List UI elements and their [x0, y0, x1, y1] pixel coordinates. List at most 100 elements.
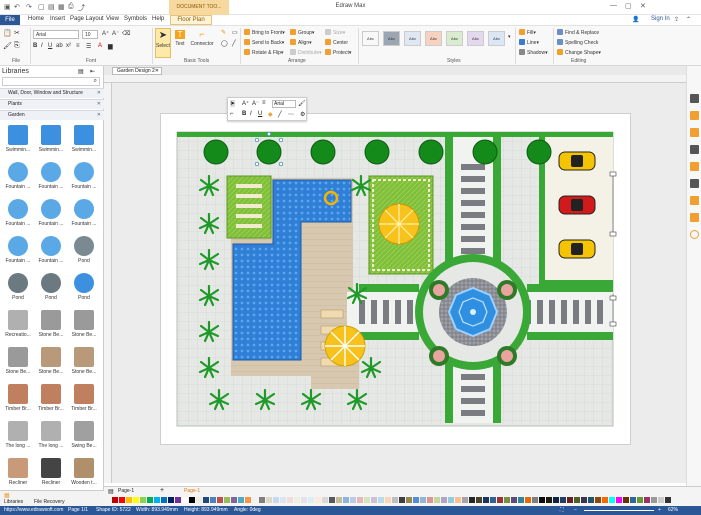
color-swatch[interactable] [595, 497, 601, 503]
menu-insert[interactable]: Insert [50, 16, 65, 22]
shadow-button[interactable]: Shadow▾ [519, 49, 548, 56]
color-swatch[interactable] [553, 497, 559, 503]
color-swatch[interactable] [637, 497, 643, 503]
superscript-icon[interactable]: x² [66, 43, 71, 49]
layers-panel-icon[interactable] [690, 179, 699, 188]
sign-in-link[interactable]: Sign In [651, 16, 670, 22]
align-icon[interactable]: ≡ [76, 43, 80, 49]
color-swatch[interactable] [238, 497, 244, 503]
copy-icon[interactable]: ⎘ [14, 42, 20, 50]
close-icon[interactable]: ✕ [155, 68, 159, 74]
color-swatch[interactable] [119, 497, 125, 503]
bullets-icon[interactable]: ☰ [86, 43, 91, 50]
find-replace-button[interactable]: Find & Replace [557, 29, 599, 36]
spelling-check-button[interactable]: Spelling Check [557, 39, 598, 46]
color-swatch[interactable] [378, 497, 384, 503]
color-swatch[interactable] [427, 497, 433, 503]
send-to-back-button[interactable]: Send to Back▾ [244, 39, 284, 46]
library-item[interactable]: Fountain ... [3, 197, 33, 233]
color-swatch[interactable] [399, 497, 405, 503]
color-swatch[interactable] [497, 497, 503, 503]
underline-icon[interactable]: U [48, 43, 52, 49]
color-swatch[interactable] [392, 497, 398, 503]
garden-plan-drawing[interactable] [161, 114, 632, 446]
floor-plan-tab[interactable]: Floor Plan [170, 15, 212, 25]
color-swatch[interactable] [322, 497, 328, 503]
add-page-icon[interactable]: + [160, 487, 164, 494]
color-swatch[interactable] [434, 497, 440, 503]
paste-icon[interactable]: 📋 [3, 29, 12, 37]
style-swatch-1[interactable]: Abc [362, 31, 379, 46]
color-swatch[interactable] [616, 497, 622, 503]
text-tool-button[interactable]: T Text [173, 28, 187, 58]
zoom-out-icon[interactable]: − [574, 506, 577, 515]
color-swatch[interactable] [560, 497, 566, 503]
library-item[interactable]: Stone Be... [69, 308, 99, 344]
library-item[interactable]: Stone Be... [36, 308, 66, 344]
menu-symbols[interactable]: Symbols [124, 16, 147, 22]
more-icon[interactable]: ⋯ [288, 111, 294, 118]
color-swatch[interactable] [651, 497, 657, 503]
close-icon[interactable]: ✕ [97, 111, 101, 120]
hyperlink-panel-icon[interactable] [690, 196, 699, 205]
page-list-icon[interactable]: ▤ [108, 488, 114, 495]
category-plants[interactable]: Plants ✕ [0, 99, 104, 109]
library-item[interactable]: Recliner [36, 456, 66, 492]
library-item[interactable]: Pond [69, 234, 99, 270]
library-item[interactable]: Fountain ... [69, 197, 99, 233]
library-item[interactable]: Stone Be... [36, 345, 66, 381]
color-swatch[interactable] [350, 497, 356, 503]
library-item[interactable]: Fountain ... [36, 234, 66, 270]
italic-icon[interactable]: I [41, 43, 43, 49]
color-swatch[interactable] [385, 497, 391, 503]
library-item[interactable]: Timber Br... [69, 382, 99, 418]
library-item[interactable]: Timber Br... [36, 382, 66, 418]
style-swatch-5[interactable]: Abc [446, 31, 463, 46]
styles-more-icon[interactable]: ▾ [508, 34, 511, 40]
comment-panel-icon[interactable] [690, 213, 699, 222]
color-swatch[interactable] [441, 497, 447, 503]
menu-page-layout[interactable]: Page Layout [70, 16, 104, 22]
protect-button[interactable]: Protect▾ [325, 49, 351, 56]
help-icon[interactable] [690, 230, 699, 239]
color-swatch[interactable] [483, 497, 489, 503]
color-swatch[interactable] [266, 497, 272, 503]
align-button[interactable]: Align▾ [290, 39, 312, 46]
zoom-level[interactable]: 62% [668, 506, 678, 515]
bold-icon[interactable]: B [242, 111, 246, 117]
zoom-slider[interactable] [584, 510, 654, 511]
close-icon[interactable]: ✕ [97, 100, 101, 109]
format-panel-icon[interactable] [690, 94, 699, 103]
category-wall-door-window[interactable]: Wall, Door, Window and Structure ✕ [0, 88, 104, 98]
color-swatch[interactable] [196, 497, 202, 503]
menu-view[interactable]: View [106, 16, 119, 22]
libraries-tab[interactable]: Libraries [4, 499, 23, 505]
style-swatch-4[interactable]: Abc [425, 31, 442, 46]
group-button[interactable]: Group▾ [290, 29, 314, 36]
color-swatch[interactable] [259, 497, 265, 503]
color-swatch[interactable] [609, 497, 615, 503]
format-painter-icon[interactable]: 🖌 [298, 100, 306, 107]
library-item[interactable]: Fountain ... [36, 197, 66, 233]
color-swatch[interactable] [504, 497, 510, 503]
color-swatch[interactable] [364, 497, 370, 503]
color-swatch[interactable] [525, 497, 531, 503]
document-tab[interactable]: Garden Design 2 ✕ [112, 67, 162, 75]
align-icon[interactable]: ≡ [262, 100, 266, 106]
color-swatch[interactable] [581, 497, 587, 503]
color-swatch[interactable] [133, 497, 139, 503]
menu-home[interactable]: Home [28, 16, 44, 22]
text-highlight-icon[interactable]: ▆ [108, 43, 113, 50]
color-swatch[interactable] [413, 497, 419, 503]
color-swatch[interactable] [224, 497, 230, 503]
color-swatch[interactable] [161, 497, 167, 503]
library-menu-icon[interactable]: ▤ [78, 68, 84, 75]
select-tool-button[interactable]: ➤ Select [155, 28, 171, 58]
color-swatch[interactable] [574, 497, 580, 503]
clear-format-icon[interactable]: ⌫ [122, 30, 130, 37]
font-color-icon[interactable]: A [98, 43, 102, 49]
library-item[interactable]: Swimmin... [36, 123, 66, 159]
strikethrough-icon[interactable]: ab [56, 43, 63, 49]
library-item[interactable]: Recliner [3, 456, 33, 492]
close-button[interactable]: ✕ [640, 2, 646, 10]
